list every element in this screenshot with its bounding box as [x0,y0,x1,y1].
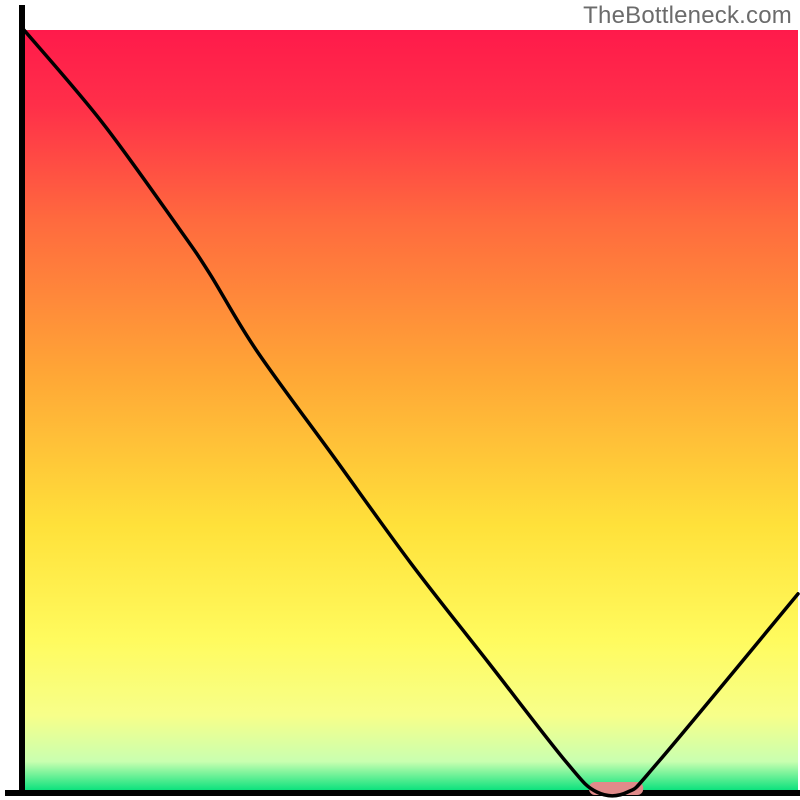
plot-background [24,30,798,792]
chart-canvas: TheBottleneck.com [0,0,800,800]
chart-svg [0,0,800,800]
watermark-text: TheBottleneck.com [583,2,792,30]
